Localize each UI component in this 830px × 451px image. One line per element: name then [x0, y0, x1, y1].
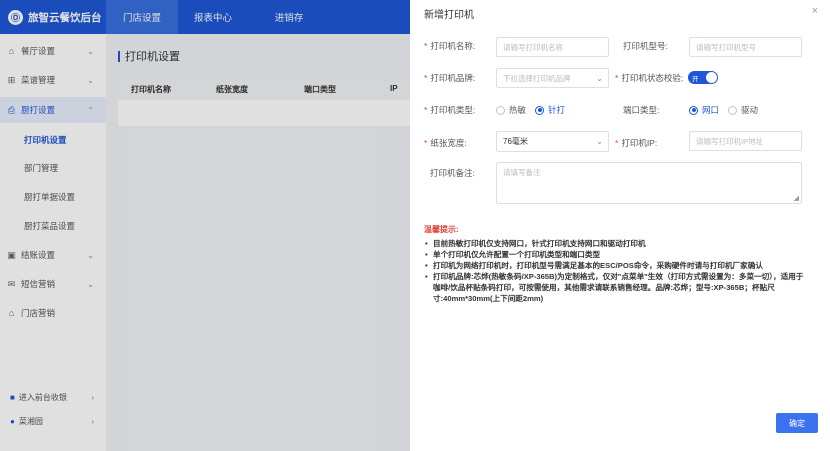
printer-brand-placeholder: 下拉选择打印机品牌 — [503, 73, 571, 83]
printer-type-dot-matrix-radio[interactable]: 针打 — [535, 104, 565, 116]
port-type-driver-radio[interactable]: 驱动 — [728, 104, 758, 116]
printer-model-input[interactable]: 请输写打印机型号 — [689, 37, 802, 57]
radio-circle — [689, 105, 698, 115]
port-type-network-radio[interactable]: 网口 — [689, 104, 719, 116]
tip-item: 单个打印机仅允许配置一个打印机类型和端口类型 — [424, 249, 804, 260]
radio-circle — [496, 105, 505, 115]
port-type-label: 端口类型: — [623, 105, 660, 115]
toggle-text: 开 — [692, 75, 699, 83]
printer-ip-input[interactable]: 请输写打印机IP地址 — [689, 131, 802, 151]
tip-item: 目前热敏打印机仅支持网口，针式打印机支持网口和驱动打印机 — [424, 238, 804, 249]
tip-item: 打印机为网络打印机时，打印机型号需满足基本的ESC/POS命令，采购硬件时请与打… — [424, 260, 804, 271]
add-printer-drawer: 新增打印机 × — [410, 0, 830, 451]
printer-brand-label: * 打印机品牌: — [424, 73, 476, 83]
printer-ip-label: * 打印机IP: — [615, 138, 658, 148]
printer-name-input[interactable]: 请输写打印机名称 — [496, 37, 609, 57]
tip-item: 打印机品牌:芯烨(热敏条码/XP-365B)为定制格式，仅对"点菜单"生效（打印… — [424, 271, 804, 304]
remark-textarea[interactable]: 请填写备注 ◢ — [496, 162, 802, 204]
status-check-label: * 打印机状态校验: — [615, 73, 684, 83]
status-check-toggle[interactable]: 开 — [688, 71, 718, 84]
printer-type-label: * 打印机类型: — [424, 105, 476, 115]
chevron-down-icon: ⌄ — [596, 73, 603, 83]
chevron-down-icon: ⌄ — [596, 137, 603, 146]
printer-brand-select[interactable]: 下拉选择打印机品牌 ⌄ — [496, 68, 609, 88]
remark-placeholder: 请填写备注 — [503, 168, 541, 177]
toggle-knob — [706, 72, 717, 83]
paper-width-value: 76毫米 — [503, 137, 528, 146]
radio-circle — [728, 105, 737, 115]
printer-model-label: 打印机型号: — [623, 41, 668, 51]
remark-label: 打印机备注: — [430, 168, 475, 178]
paper-width-label: * 纸张宽度: — [424, 138, 467, 148]
paper-width-select[interactable]: 76毫米 ⌄ — [496, 131, 609, 152]
confirm-button[interactable]: 确定 — [776, 413, 818, 433]
close-icon[interactable]: × — [812, 5, 818, 17]
tips-title: 温馨提示: — [424, 225, 459, 234]
printer-name-label: * 打印机名称: — [424, 41, 476, 51]
resize-grip-icon[interactable]: ◢ — [794, 194, 799, 202]
drawer-title: 新增打印机 — [424, 10, 474, 21]
tips-list: 目前热敏打印机仅支持网口，针式打印机支持网口和驱动打印机 单个打印机仅允许配置一… — [424, 238, 804, 304]
radio-circle — [535, 105, 544, 115]
printer-type-thermal-radio[interactable]: 热敏 — [496, 104, 526, 116]
